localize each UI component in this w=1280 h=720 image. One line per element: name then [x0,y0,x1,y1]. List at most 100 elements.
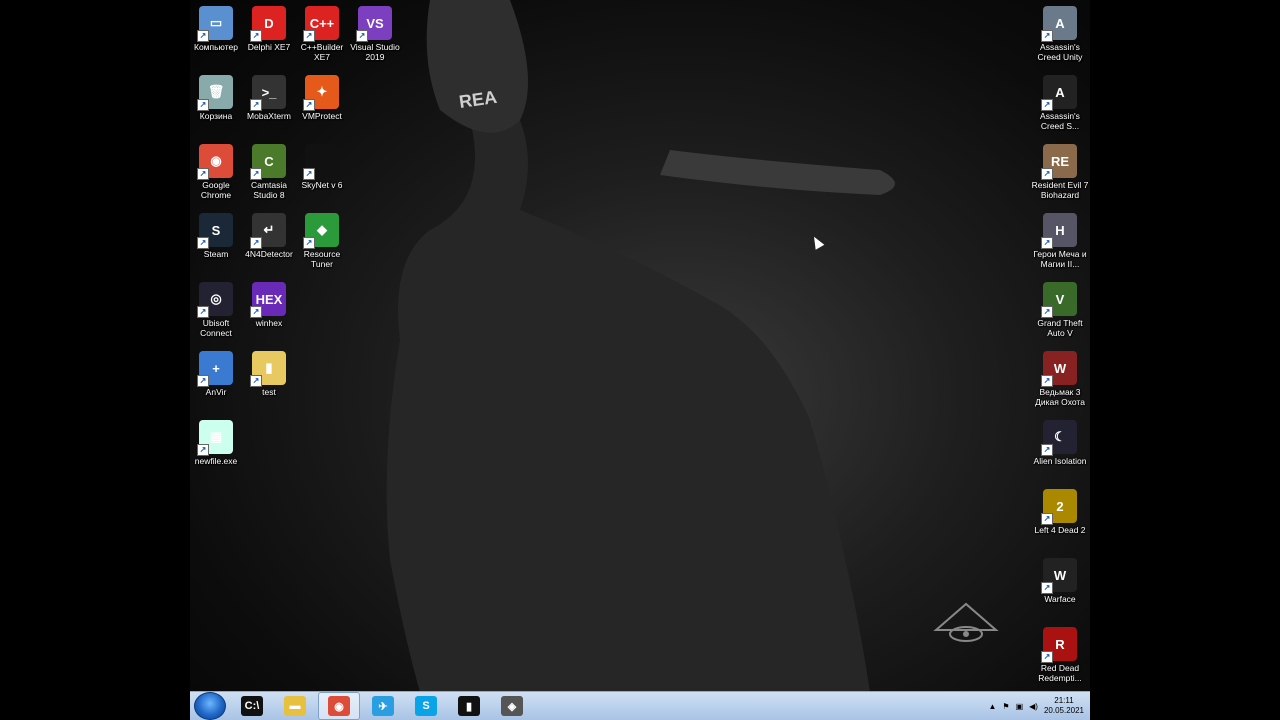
shortcut-label: Warface [1044,594,1076,604]
desktop-shortcut[interactable]: ◆ ↗ Resource Tuner [293,209,351,269]
4n4detector-icon: ↵ ↗ [250,213,286,249]
desktop-shortcut[interactable]: A ↗ Assassin's Creed Unity [1031,2,1089,62]
desktop-shortcut[interactable]: C ↗ Camtasia Studio 8 [240,140,298,200]
tray-expand-icon[interactable]: ▲ [988,702,996,711]
shortcut-arrow-icon: ↗ [1041,99,1053,111]
shortcut-label: C++Builder XE7 [300,42,344,62]
ubisoft-icon: ◎ ↗ [197,282,233,318]
system-tray: ▲ ⚑ ▣ ◀) 21:11 20.05.2021 [988,692,1084,720]
desktop-shortcut[interactable]: ▭ ↗ Компьютер [190,2,245,52]
delphi-icon: D ↗ [250,6,286,42]
skype-taskbar-icon[interactable]: S [406,693,446,719]
shortcut-arrow-icon: ↗ [250,375,262,387]
explorer-taskbar-icon[interactable]: ▬ [275,693,315,719]
desktop-shortcut[interactable]: ↗ SkyNet v 6 [293,140,351,190]
desktop-shortcut[interactable]: 🗑 ↗ Корзина [190,71,245,121]
desktop-shortcut[interactable]: W ↗ Warface [1031,554,1089,604]
shortcut-label: Resident Evil 7 Biohazard [1031,180,1089,200]
desktop-shortcut[interactable]: RE ↗ Resident Evil 7 Biohazard [1031,140,1089,200]
shortcut-arrow-icon: ↗ [1041,582,1053,594]
desktop-shortcut[interactable]: ▤ ↗ newfile.exe [190,416,245,466]
desktop-shortcut[interactable]: ☾ ↗ Alien Isolation [1031,416,1089,466]
desktop-shortcut[interactable]: >_ ↗ MobaXterm [240,71,298,121]
warface-icon: W ↗ [1041,558,1077,594]
shortcut-arrow-icon: ↗ [197,237,209,249]
desktop-shortcut[interactable]: W ↗ Ведьмак 3 Дикая Охота [1031,347,1089,407]
anvir-icon: + ↗ [197,351,233,387]
shortcut-label: Google Chrome [200,180,232,200]
shortcut-arrow-icon: ↗ [1041,513,1053,525]
shortcut-label: Steam [203,249,229,259]
l4d2-icon: 2 ↗ [1041,489,1077,525]
camtasia-icon: C ↗ [250,144,286,180]
shortcut-label: VMProtect [302,111,342,121]
shortcut-label: newfile.exe [194,456,238,466]
shortcut-arrow-icon: ↗ [197,99,209,111]
shortcut-arrow-icon: ↗ [303,168,315,180]
shortcut-label: Visual Studio 2019 [350,42,400,62]
telegram-taskbar-icon[interactable]: ✈ [363,693,403,719]
clock-date: 20.05.2021 [1043,706,1084,715]
shortcut-arrow-icon: ↗ [250,30,262,42]
shortcut-arrow-icon: ↗ [250,99,262,111]
shortcut-arrow-icon: ↗ [303,30,315,42]
shortcut-arrow-icon: ↗ [1041,168,1053,180]
app-taskbar-icon[interactable]: ◈ [492,693,532,719]
computer-icon: ▭ ↗ [197,6,233,42]
shortcut-label: Left 4 Dead 2 [1034,525,1086,535]
shortcut-label: Delphi XE7 [247,42,291,52]
file-taskbar-icon[interactable]: ▮ [449,693,489,719]
desktop-shortcut[interactable]: ▮ ↗ test [240,347,298,397]
shortcut-label: Герои Меча и Магии II... [1033,249,1087,269]
desktop-shortcut[interactable]: H ↗ Герои Меча и Магии II... [1031,209,1089,269]
desktop-shortcut[interactable]: V ↗ Grand Theft Auto V [1031,278,1089,338]
desktop-shortcut[interactable]: VS ↗ Visual Studio 2019 [346,2,404,62]
cmd-taskbar-icon[interactable]: C:\ [232,693,272,719]
shortcut-arrow-icon: ↗ [1041,306,1053,318]
desktop-shortcut[interactable]: D ↗ Delphi XE7 [240,2,298,52]
desktop-shortcut[interactable]: ✦ ↗ VMProtect [293,71,351,121]
desktop-shortcut[interactable]: S ↗ Steam [190,209,245,259]
taskbar: C:\ ▬ ◉ ✈ S ▮ ◈ ▲ ⚑ ▣ ◀) 21:11 20.05.2021 [190,691,1090,720]
mobaxterm-icon: >_ ↗ [250,75,286,111]
desktop-shortcut[interactable]: ↵ ↗ 4N4Detector [240,209,298,259]
desktop-shortcut[interactable]: ◎ ↗ Ubisoft Connect [190,278,245,338]
tray-network-icon[interactable]: ▣ [1016,702,1024,711]
tray-flag-icon[interactable]: ⚑ [1002,702,1009,711]
start-button[interactable] [194,692,226,720]
clock[interactable]: 21:11 20.05.2021 [1044,696,1084,716]
tray-volume-icon[interactable]: ◀) [1029,702,1038,711]
shortcut-label: 4N4Detector [245,249,293,259]
shortcut-label: Alien Isolation [1033,456,1087,466]
desktop-shortcut[interactable]: A ↗ Assassin's Creed S... [1031,71,1089,131]
resource-tuner-icon: ◆ ↗ [303,213,339,249]
shortcut-label: Компьютер [194,42,238,52]
winhex-icon: HEX ↗ [250,282,286,318]
shortcut-arrow-icon: ↗ [250,237,262,249]
shortcut-arrow-icon: ↗ [197,306,209,318]
shortcut-label: Корзина [199,111,233,121]
chrome-taskbar-icon[interactable]: ◉ [318,692,360,720]
shortcut-arrow-icon: ↗ [197,375,209,387]
desktop-shortcut[interactable]: 2 ↗ Left 4 Dead 2 [1031,485,1089,535]
desktop-shortcut[interactable]: ◉ ↗ Google Chrome [190,140,245,200]
shortcut-label: Camtasia Studio 8 [251,180,287,200]
vmprotect-icon: ✦ ↗ [303,75,339,111]
witcher3-icon: W ↗ [1041,351,1077,387]
re7-icon: RE ↗ [1041,144,1077,180]
clock-time: 21:11 [1054,696,1074,705]
shortcut-arrow-icon: ↗ [197,444,209,456]
shortcut-label: Assassin's Creed Unity [1037,42,1083,62]
shortcut-label: Red Dead Redempti... [1038,663,1082,683]
shortcut-label: winhex [255,318,283,328]
newfile-icon: ▤ ↗ [197,420,233,456]
desktop-shortcut[interactable]: HEX ↗ winhex [240,278,298,328]
desktop-shortcut[interactable]: R ↗ Red Dead Redempti... [1031,623,1089,683]
shortcut-label: test [262,387,276,397]
shortcut-arrow-icon: ↗ [303,99,315,111]
desktop-shortcut[interactable]: + ↗ AnVir [190,347,245,397]
rdr-icon: R ↗ [1041,627,1077,663]
shortcut-label: Grand Theft Auto V [1037,318,1083,338]
desktop-shortcut[interactable]: C++ ↗ C++Builder XE7 [293,2,351,62]
shortcut-arrow-icon: ↗ [250,168,262,180]
